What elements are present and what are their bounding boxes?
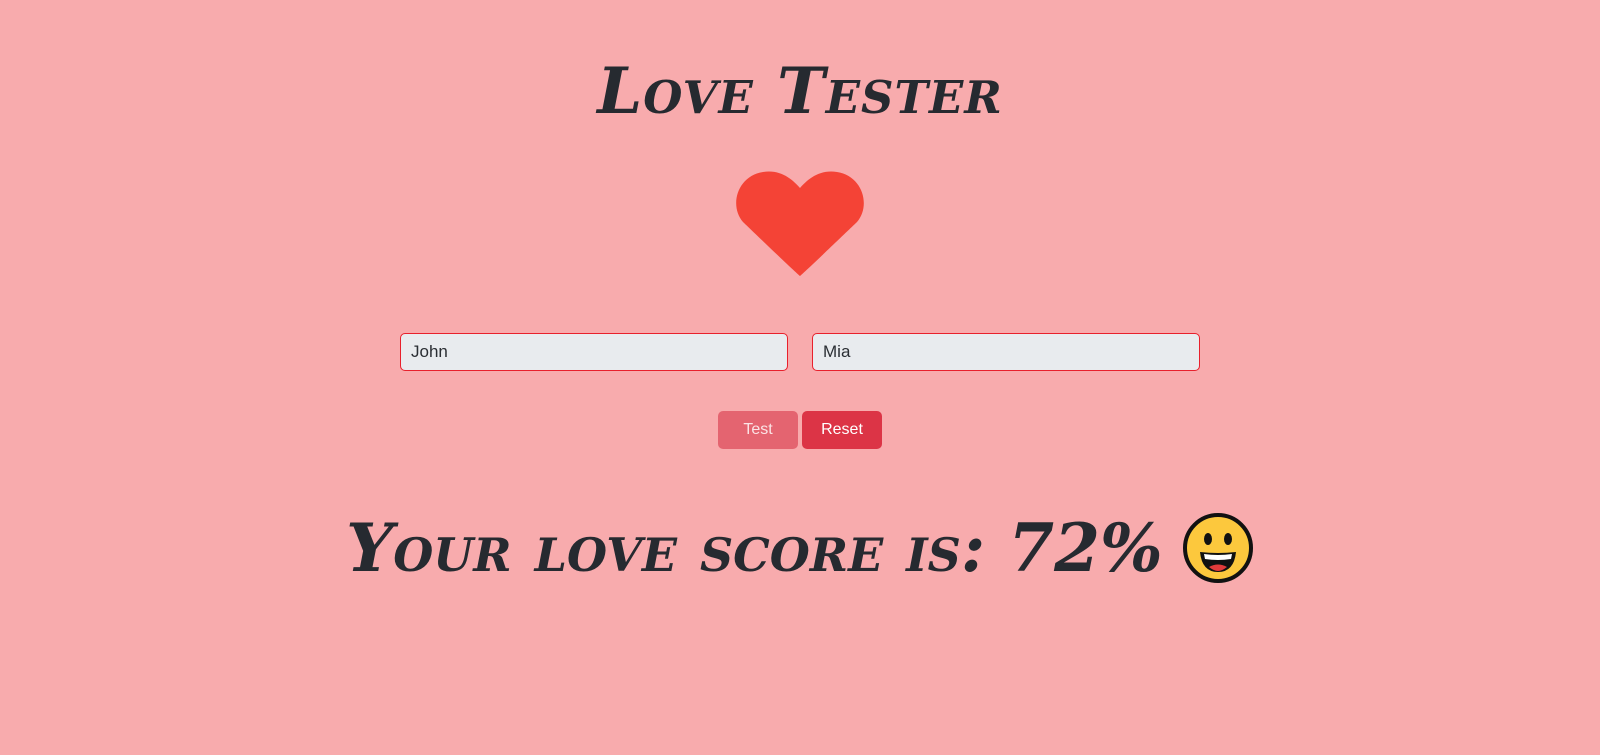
button-group: Test Reset: [718, 411, 883, 449]
result-line: Your love score is: 72%: [0, 506, 1600, 590]
names-form: [400, 333, 1200, 371]
first-name-input[interactable]: [400, 333, 788, 371]
love-tester-page: Love Tester Test Reset Your love score i…: [0, 0, 1600, 755]
second-name-input[interactable]: [812, 333, 1200, 371]
love-score-text: Your love score is: 72%: [346, 509, 1163, 587]
reset-button[interactable]: Reset: [802, 411, 882, 449]
grinning-face-icon: [1182, 512, 1254, 584]
test-button[interactable]: Test: [718, 411, 798, 449]
heart-icon: [735, 164, 865, 284]
page-title: Love Tester: [597, 54, 1003, 129]
